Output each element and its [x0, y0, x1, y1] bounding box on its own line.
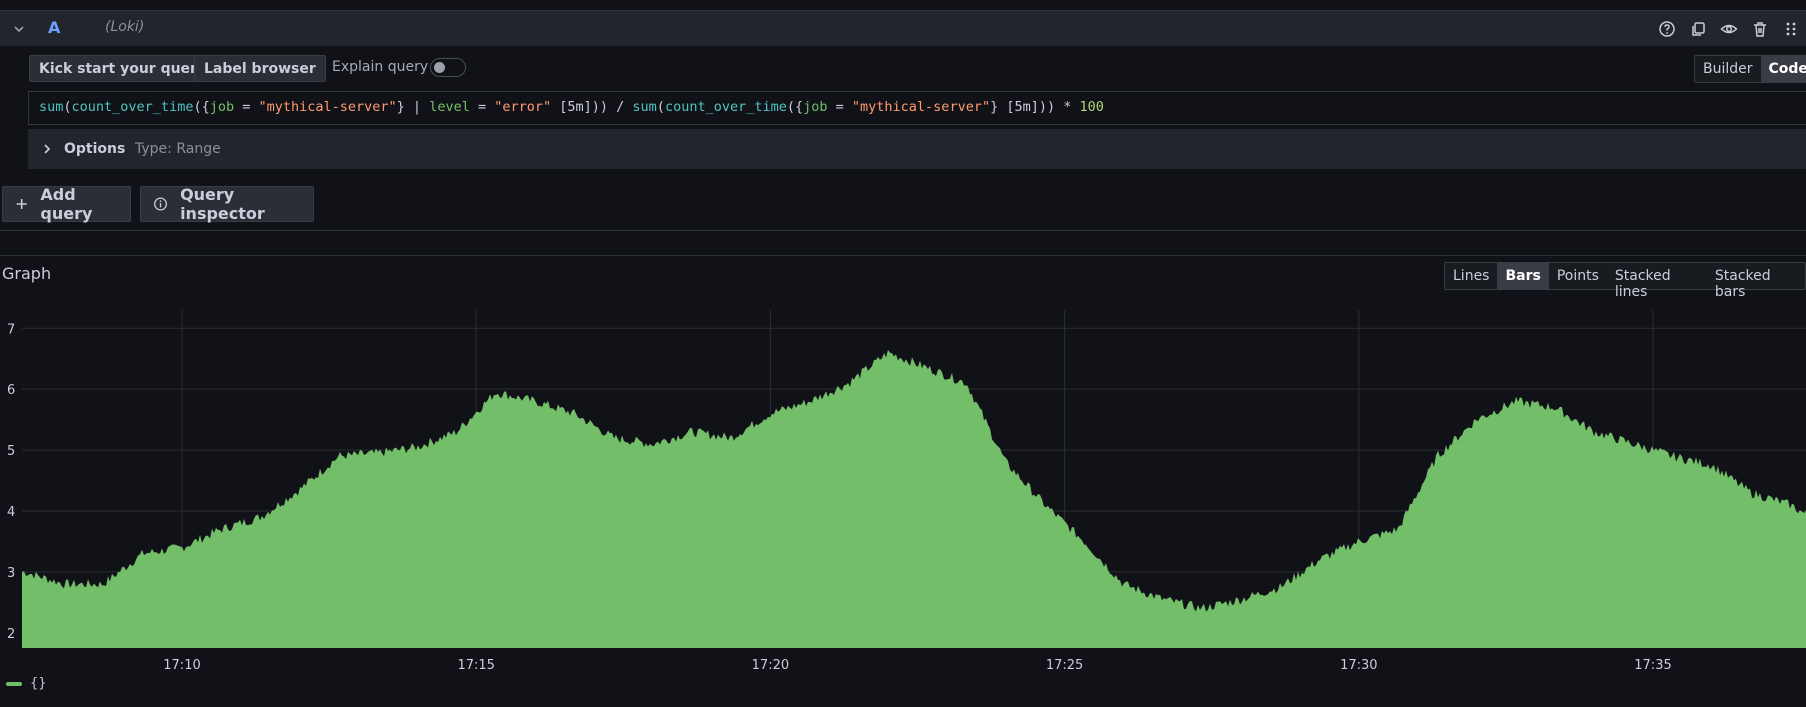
chevron-right-icon: [44, 144, 51, 154]
explain-query-label: Explain query: [332, 59, 429, 75]
query-ref-id[interactable]: A: [48, 18, 60, 37]
mode-stacked-lines-button[interactable]: Stacked lines: [1607, 263, 1707, 300]
x-tick-label: 17:35: [1634, 658, 1671, 670]
help-icon[interactable]: [1658, 20, 1676, 38]
mode-lines-button[interactable]: Lines: [1445, 263, 1497, 289]
legend-label: {}: [30, 676, 47, 691]
explain-query-toggle[interactable]: [430, 58, 466, 77]
graph-mode-switch: Lines Bars Points Stacked lines Stacked …: [1444, 262, 1806, 300]
kick-start-button[interactable]: Kick start your query: [29, 55, 217, 82]
label-browser-button[interactable]: Label browser: [194, 55, 326, 82]
y-tick-label: 2: [7, 627, 15, 642]
x-tick-label: 17:25: [1046, 658, 1083, 670]
options-label: Options: [64, 141, 126, 157]
duplicate-icon[interactable]: [1689, 20, 1707, 38]
toggle-knob: [434, 62, 445, 73]
info-icon: [154, 197, 168, 211]
y-tick-label: 6: [7, 383, 15, 398]
y-tick-label: 5: [7, 444, 15, 459]
editor-mode-switch: Builder Code: [1694, 55, 1806, 83]
query-inspector-label: Query inspector: [180, 185, 265, 223]
chevron-down-icon[interactable]: [12, 22, 26, 36]
x-tick-label: 17:15: [457, 658, 494, 670]
drag-handle-icon[interactable]: [1782, 20, 1800, 38]
mode-points-button[interactable]: Points: [1549, 263, 1607, 289]
x-tick-label: 17:10: [163, 658, 200, 670]
y-tick-label: 4: [7, 505, 15, 520]
options-row[interactable]: Options Type: Range: [28, 129, 1806, 169]
builder-mode-button[interactable]: Builder: [1695, 56, 1761, 82]
error-rate-chart[interactable]: 2 3 4 5 6 7 17:10 17:15 17:20 17:25 17:30 17:35: [0, 300, 1806, 670]
add-query-label: Add query: [40, 185, 93, 223]
y-tick-label: 3: [7, 566, 15, 581]
query-inspector-button[interactable]: Query inspector: [140, 185, 314, 223]
code-mode-button[interactable]: Code: [1760, 56, 1806, 82]
mode-bars-button[interactable]: Bars: [1497, 263, 1549, 289]
query-editor[interactable]: sum(count_over_time({job = "mythical-ser…: [28, 91, 1806, 125]
plus-icon: [16, 198, 27, 210]
mode-stacked-bars-button[interactable]: Stacked bars: [1707, 263, 1805, 300]
chart-legend[interactable]: {}: [6, 676, 47, 691]
options-type: Type: Range: [135, 141, 221, 157]
legend-swatch: [6, 681, 22, 686]
x-tick-label: 17:30: [1340, 658, 1377, 670]
section-divider: [0, 230, 1806, 231]
datasource-name: (Loki): [105, 19, 145, 35]
add-query-button[interactable]: Add query: [2, 185, 131, 223]
x-tick-label: 17:20: [752, 658, 789, 670]
query-row-header: A (Loki): [0, 10, 1806, 46]
section-divider: [0, 255, 1806, 256]
y-tick-label: 7: [7, 322, 15, 337]
trash-icon[interactable]: [1751, 20, 1769, 38]
eye-icon[interactable]: [1720, 20, 1738, 38]
graph-title: Graph: [2, 264, 52, 283]
series-area[interactable]: [22, 349, 1806, 648]
